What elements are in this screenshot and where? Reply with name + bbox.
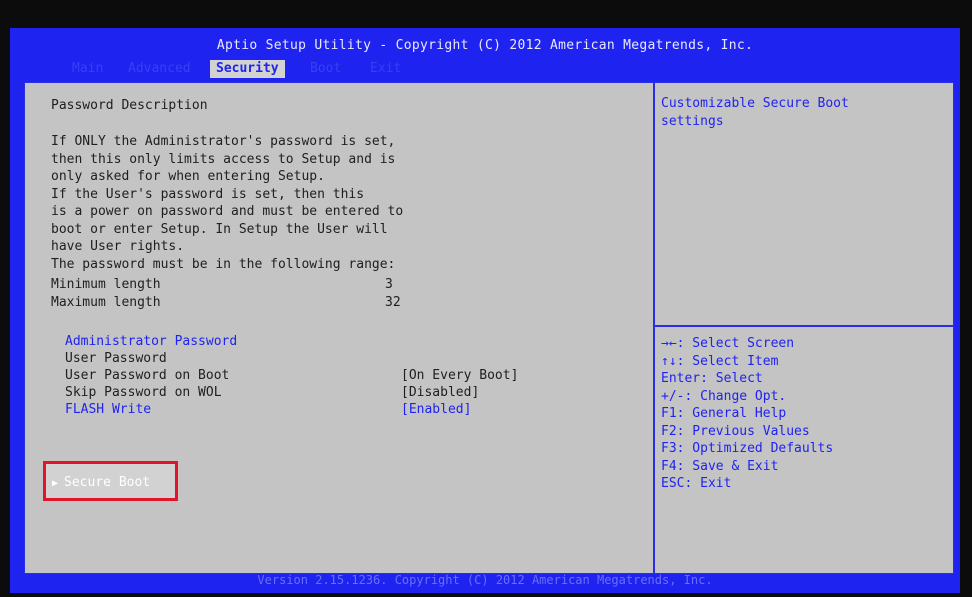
min-length-row: Minimum length 3 (51, 277, 393, 292)
user-password-on-boot-label: User Password on Boot (65, 368, 230, 383)
key-hint: ↑↓: Select Item (661, 353, 779, 369)
flash-write-item[interactable]: FLASH Write [Enabled] (65, 401, 625, 418)
key-hint: F3: Optimized Defaults (661, 441, 834, 456)
version-footer: Version 2.15.1236. Copyright (C) 2012 Am… (257, 573, 713, 587)
description-line: If the User's password is set, then this (51, 186, 365, 202)
user-password-on-boot-value[interactable]: [On Every Boot] (401, 367, 518, 384)
administrator-password-item[interactable]: Administrator Password (65, 333, 625, 350)
tab-boot[interactable]: Boot (310, 60, 341, 78)
description-line: is a power on password and must be enter… (51, 204, 404, 219)
user-password-on-boot-item[interactable]: User Password on Boot [On Every Boot] (65, 367, 625, 384)
max-length-label: Maximum length (51, 295, 161, 310)
main-panel: Password Description If ONLY the Adminis… (24, 82, 954, 574)
pane-divider (653, 83, 655, 573)
help-divider (655, 325, 953, 327)
min-length-value: 3 (385, 277, 393, 292)
tab-bar: Main Advanced Security Boot Exit (10, 60, 960, 78)
flash-write-label: FLASH Write (65, 402, 152, 417)
secure-boot-item[interactable]: ▶ Secure Boot (52, 474, 150, 492)
help-pane: Customizable Secure Boot settings (661, 95, 947, 130)
description-line: boot or enter Setup. In Setup the User w… (51, 221, 388, 237)
user-password-item[interactable]: User Password (65, 350, 625, 367)
bios-screen: Aptio Setup Utility - Copyright (C) 2012… (10, 28, 960, 593)
key-hint: ESC: Exit (661, 476, 732, 491)
description-text: If ONLY the Administrator's password is … (51, 133, 403, 273)
secure-boot-highlight[interactable]: ▶ Secure Boot (43, 461, 178, 501)
key-hint: Enter: Select (661, 371, 763, 386)
tab-advanced[interactable]: Advanced (128, 60, 191, 78)
window-title: Aptio Setup Utility - Copyright (C) 2012… (216, 38, 754, 53)
description-line: If ONLY the Administrator's password is … (51, 134, 396, 149)
min-length-label: Minimum length (51, 277, 161, 292)
key-hint: F1: General Help (661, 406, 787, 421)
help-text: Customizable Secure Boot settings (661, 96, 849, 129)
secure-boot-label: Secure Boot (64, 475, 151, 490)
description-line: only asked for when entering Setup. (51, 169, 325, 184)
skip-password-on-wol-item[interactable]: Skip Password on WOL [Disabled] (65, 384, 625, 401)
max-length-value: 32 (385, 295, 401, 310)
key-hint: F2: Previous Values (661, 423, 810, 439)
tab-main[interactable]: Main (72, 60, 103, 78)
key-hint: F4: Save & Exit (661, 458, 779, 474)
tab-security[interactable]: Security (210, 60, 285, 78)
description-line: The password must be in the following ra… (51, 256, 396, 272)
submenu-arrow-icon: ▶ (52, 478, 59, 489)
skip-password-on-wol-value[interactable]: [Disabled] (401, 384, 479, 401)
tab-exit[interactable]: Exit (370, 60, 401, 78)
key-legend: →←: Select Screen ↑↓: Select Item Enter:… (661, 335, 947, 493)
description-line: then this only limits access to Setup an… (51, 151, 396, 167)
description-heading: Password Description (51, 98, 208, 113)
flash-write-value[interactable]: [Enabled] (401, 401, 471, 418)
key-hint: +/-: Change Opt. (661, 388, 787, 404)
key-hint: →←: Select Screen (661, 336, 795, 351)
description-line: have User rights. (51, 239, 185, 254)
settings-pane: Password Description If ONLY the Adminis… (25, 83, 653, 573)
skip-password-on-wol-label: Skip Password on WOL (65, 385, 222, 400)
max-length-row: Maximum length 32 (51, 295, 401, 310)
